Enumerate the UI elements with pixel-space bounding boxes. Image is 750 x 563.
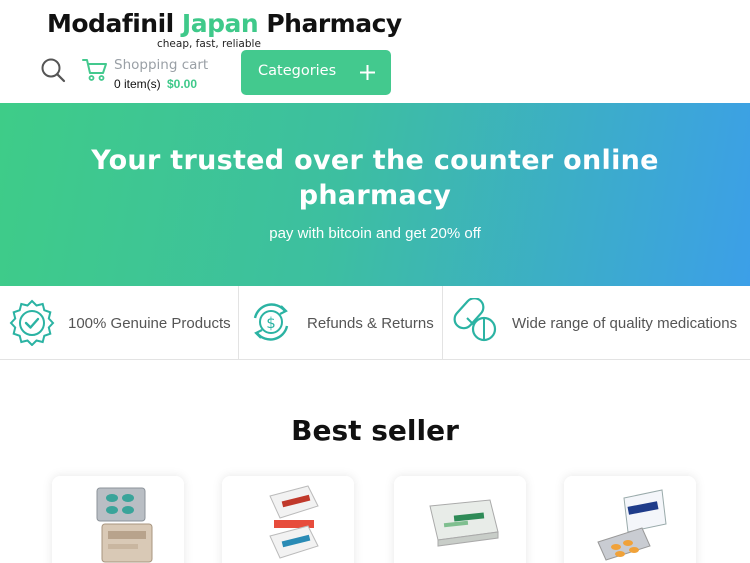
cart-title[interactable]: Shopping cart [114, 57, 208, 73]
cart-icon[interactable] [82, 58, 108, 82]
feature-wide-range: Wide range of quality medications [443, 286, 750, 360]
hero-title: Your trusted over the counter online pha… [91, 145, 659, 211]
badge-check-icon [9, 299, 55, 346]
hero-banner: Your trusted over the counter online pha… [0, 103, 750, 286]
categories-button[interactable]: Categories [241, 50, 391, 95]
green-box-image [429, 499, 499, 547]
features-bar: 100% Genuine Products $ Refunds & Return… [0, 286, 750, 360]
blue-box-tablets-image [597, 489, 667, 561]
feature-genuine-products: 100% Genuine Products [0, 286, 239, 360]
site-logo[interactable]: Modafinil Japan Pharmacy [47, 9, 402, 38]
feature-label: Refunds & Returns [307, 315, 434, 332]
best-seller-title: Best seller [291, 414, 459, 447]
product-card[interactable] [52, 476, 184, 563]
pills-icon [453, 298, 497, 342]
feature-refunds-returns: $ Refunds & Returns [239, 286, 443, 360]
product-card[interactable] [222, 476, 354, 563]
site-header: Modafinil Japan Pharmacy cheap, fast, re… [0, 0, 750, 103]
feature-label: 100% Genuine Products [68, 315, 231, 332]
feature-label: Wide range of quality medications [512, 315, 738, 332]
refund-icon: $ [253, 303, 289, 341]
svg-text:$: $ [266, 314, 276, 332]
plus-icon [359, 64, 376, 81]
product-card[interactable] [394, 476, 526, 563]
site-tagline: cheap, fast, reliable [157, 38, 261, 50]
categories-label: Categories [258, 63, 337, 79]
product-card[interactable] [564, 476, 696, 563]
search-icon[interactable] [40, 57, 66, 83]
cart-total: $0.00 [167, 77, 198, 91]
blister-pack-image [96, 487, 153, 563]
hero-subtitle: pay with bitcoin and get 20% off [269, 225, 481, 242]
cart-item-count: 0 item(s) [114, 77, 161, 91]
stacked-boxes-image [269, 485, 319, 559]
